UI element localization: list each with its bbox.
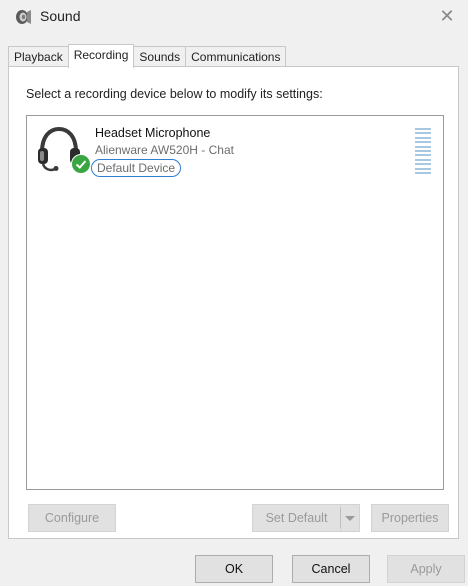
window-title: Sound xyxy=(40,8,81,24)
level-meter xyxy=(415,128,431,174)
level-bar xyxy=(415,158,431,161)
set-default-dropdown-button[interactable] xyxy=(340,504,360,532)
status-badge: Default Device xyxy=(91,159,182,177)
device-name: Headset Microphone xyxy=(95,126,211,140)
level-bar xyxy=(415,136,431,139)
device-description: Alienware AW520H - Chat xyxy=(95,143,234,157)
checkmark-icon xyxy=(71,154,91,174)
title-bar[interactable]: Sound ✕ xyxy=(0,0,468,34)
level-bar xyxy=(415,171,431,174)
level-bar xyxy=(415,132,431,135)
tab-sounds[interactable]: Sounds xyxy=(133,46,187,68)
device-list[interactable]: Headset Microphone Alienware AW520H - Ch… xyxy=(26,115,444,490)
level-bar xyxy=(415,141,431,144)
list-item[interactable]: Headset Microphone Alienware AW520H - Ch… xyxy=(27,116,443,186)
close-button[interactable]: ✕ xyxy=(434,4,460,28)
ok-button[interactable]: OK xyxy=(195,555,273,583)
level-bar xyxy=(415,163,431,166)
level-bar xyxy=(415,149,431,152)
split-button-divider xyxy=(340,508,341,528)
level-bar xyxy=(415,145,431,148)
level-bar xyxy=(415,154,431,157)
tab-communications[interactable]: Communications xyxy=(185,46,287,68)
set-default-button[interactable]: Set Default xyxy=(252,504,340,532)
apply-button[interactable]: Apply xyxy=(387,555,465,583)
close-icon: ✕ xyxy=(439,5,455,26)
tab-strip: Playback Recording Sounds Communications xyxy=(8,44,287,68)
configure-button[interactable]: Configure xyxy=(28,504,116,532)
cancel-button[interactable]: Cancel xyxy=(292,555,370,583)
sound-dialog: Sound ✕ Playback Recording Sounds Commun… xyxy=(0,0,468,586)
tab-recording[interactable]: Recording xyxy=(67,44,135,68)
properties-button[interactable]: Properties xyxy=(371,504,449,532)
chevron-down-icon xyxy=(345,515,355,521)
recording-panel: Select a recording device below to modif… xyxy=(8,66,459,539)
tab-playback[interactable]: Playback xyxy=(8,46,69,68)
level-bar xyxy=(415,128,431,130)
level-bar xyxy=(415,167,431,170)
speaker-icon xyxy=(16,10,31,24)
instruction-text: Select a recording device below to modif… xyxy=(26,87,323,101)
